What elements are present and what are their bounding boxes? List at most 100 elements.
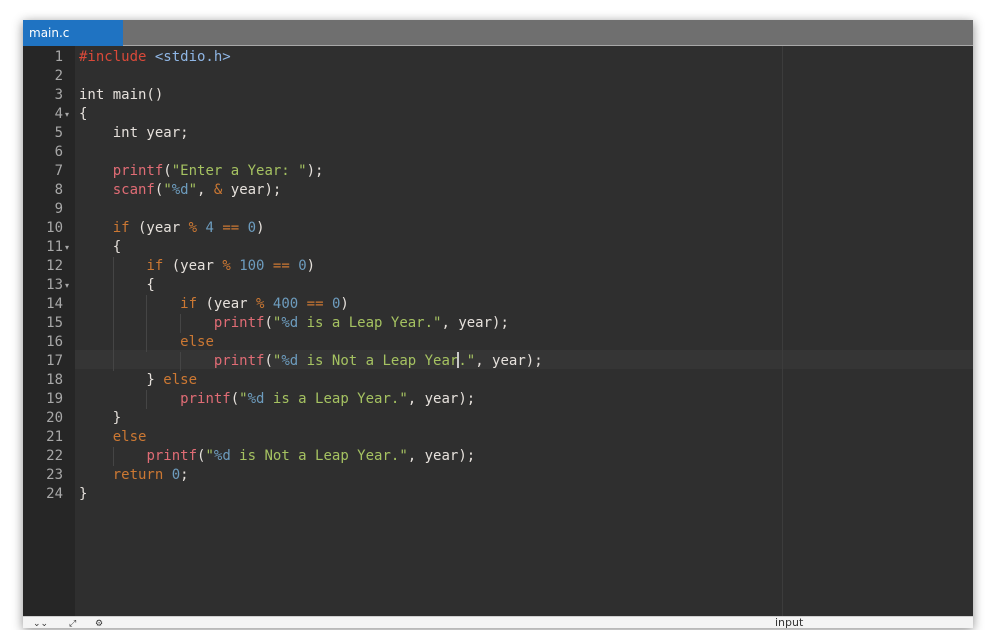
code-token: { [79, 277, 155, 293]
code-token: printf [112, 163, 164, 179]
code-token: ; [180, 467, 189, 483]
code-token: " [188, 182, 198, 198]
code-line[interactable]: } [79, 409, 121, 428]
code-token: } [79, 486, 88, 502]
code-token: == [306, 296, 324, 312]
line-number: 22 [46, 448, 63, 464]
code-token: printf [213, 353, 265, 369]
code-token: is Not a Leap Year." [230, 448, 408, 464]
code-line[interactable]: if (year % 4 == 0) [79, 219, 265, 238]
settings-icon[interactable]: ⚙ [95, 618, 103, 628]
line-number: 12 [46, 258, 63, 274]
code-line[interactable]: scanf("%d", & year); [79, 181, 282, 200]
code-token: else [112, 429, 147, 445]
expand-icon[interactable]: ⤢ [69, 618, 76, 628]
code-line[interactable]: printf("%d is a Leap Year.", year); [79, 390, 475, 409]
code-line[interactable]: else [79, 333, 214, 352]
code-token: 100 [239, 258, 265, 274]
code-token: (year [163, 258, 223, 274]
code-token: (year [129, 220, 189, 236]
code-token: } [79, 372, 164, 388]
code-token: ) [306, 258, 316, 274]
code-token: 0 [171, 467, 181, 483]
code-line[interactable]: printf("%d is Not a Leap Year.", year); [79, 447, 475, 466]
code-token: int year; [79, 125, 189, 141]
line-number: 9 [54, 201, 63, 217]
code-line[interactable]: int year; [79, 124, 189, 143]
code-token: else [163, 372, 198, 388]
code-token: % [222, 258, 231, 274]
code-token: , year); [441, 315, 509, 331]
line-number: 6 [54, 144, 63, 160]
code-line[interactable]: { [79, 276, 155, 295]
code-line[interactable]: printf("%d is a Leap Year.", year); [79, 314, 509, 333]
line-number: 15 [46, 315, 63, 331]
code-line[interactable]: int main() [79, 86, 163, 105]
code-token: , year); [407, 448, 476, 464]
line-number: 21 [46, 429, 63, 445]
code-token: year); [222, 182, 282, 198]
code-token: ); [306, 163, 324, 179]
code-token: if [180, 296, 198, 312]
code-editor[interactable]: #include <stdio.h> int main(){ int year; … [75, 46, 973, 616]
line-number: 24 [46, 486, 63, 502]
line-number: 8 [54, 182, 63, 198]
code-line[interactable]: if (year % 100 == 0) [79, 257, 315, 276]
code-token: (year [197, 296, 257, 312]
code-line[interactable]: { [79, 105, 87, 124]
print-margin [782, 46, 783, 616]
code-token: is a Leap Year." [298, 315, 442, 331]
code-token: 0 [298, 258, 307, 274]
line-number: 1 [54, 49, 63, 65]
status-bar: ⌄⌄ ⤢ ⚙ input [23, 616, 973, 628]
fold-toggle-icon[interactable]: ▾ [65, 276, 73, 295]
fold-toggle-icon[interactable]: ▾ [65, 105, 73, 124]
code-token: ( [230, 391, 240, 407]
code-token: { [79, 239, 122, 255]
code-token: is a Leap Year." [264, 391, 408, 407]
code-token: if [112, 220, 130, 236]
line-number: 3 [54, 87, 63, 103]
code-line[interactable]: #include <stdio.h> [79, 48, 231, 67]
code-token: printf [146, 448, 198, 464]
line-number: 20 [46, 410, 63, 426]
code-token: is Not a Leap Year [298, 353, 459, 369]
code-line[interactable]: printf("%d is Not a Leap Year.", year); [79, 352, 543, 371]
code-editor-window: main.c 1 2 3 4 ▾ 5 6 7 8 9 10 11 ▾ 12 13 ▾ 14 15 16 17 18 19 2… [23, 20, 973, 628]
code-token: %d [281, 353, 299, 369]
code-token: scanf [112, 182, 155, 198]
code-line[interactable]: printf("Enter a Year: "); [79, 162, 324, 181]
code-token: ( [264, 315, 273, 331]
line-number: 23 [46, 467, 63, 483]
code-token: == [222, 220, 240, 236]
code-line[interactable]: } [79, 485, 87, 504]
code-token: if [146, 258, 164, 274]
tab-main-c[interactable]: main.c [23, 20, 123, 46]
code-token: %d [281, 315, 299, 331]
fold-toggle-icon[interactable]: ▾ [65, 238, 73, 257]
code-token: %d [171, 182, 189, 198]
code-line[interactable]: if (year % 400 == 0) [79, 295, 349, 314]
line-number: 2 [54, 68, 63, 84]
code-line[interactable]: return 0; [79, 466, 189, 485]
code-token: else [180, 334, 214, 350]
line-number: 4 [54, 106, 63, 122]
code-line[interactable]: { [79, 238, 121, 257]
code-token: ) [340, 296, 349, 312]
code-line[interactable]: else [79, 428, 147, 447]
collapse-icon[interactable]: ⌄⌄ [33, 618, 48, 628]
code-line[interactable]: } else [79, 371, 197, 390]
code-token: " [205, 448, 214, 464]
